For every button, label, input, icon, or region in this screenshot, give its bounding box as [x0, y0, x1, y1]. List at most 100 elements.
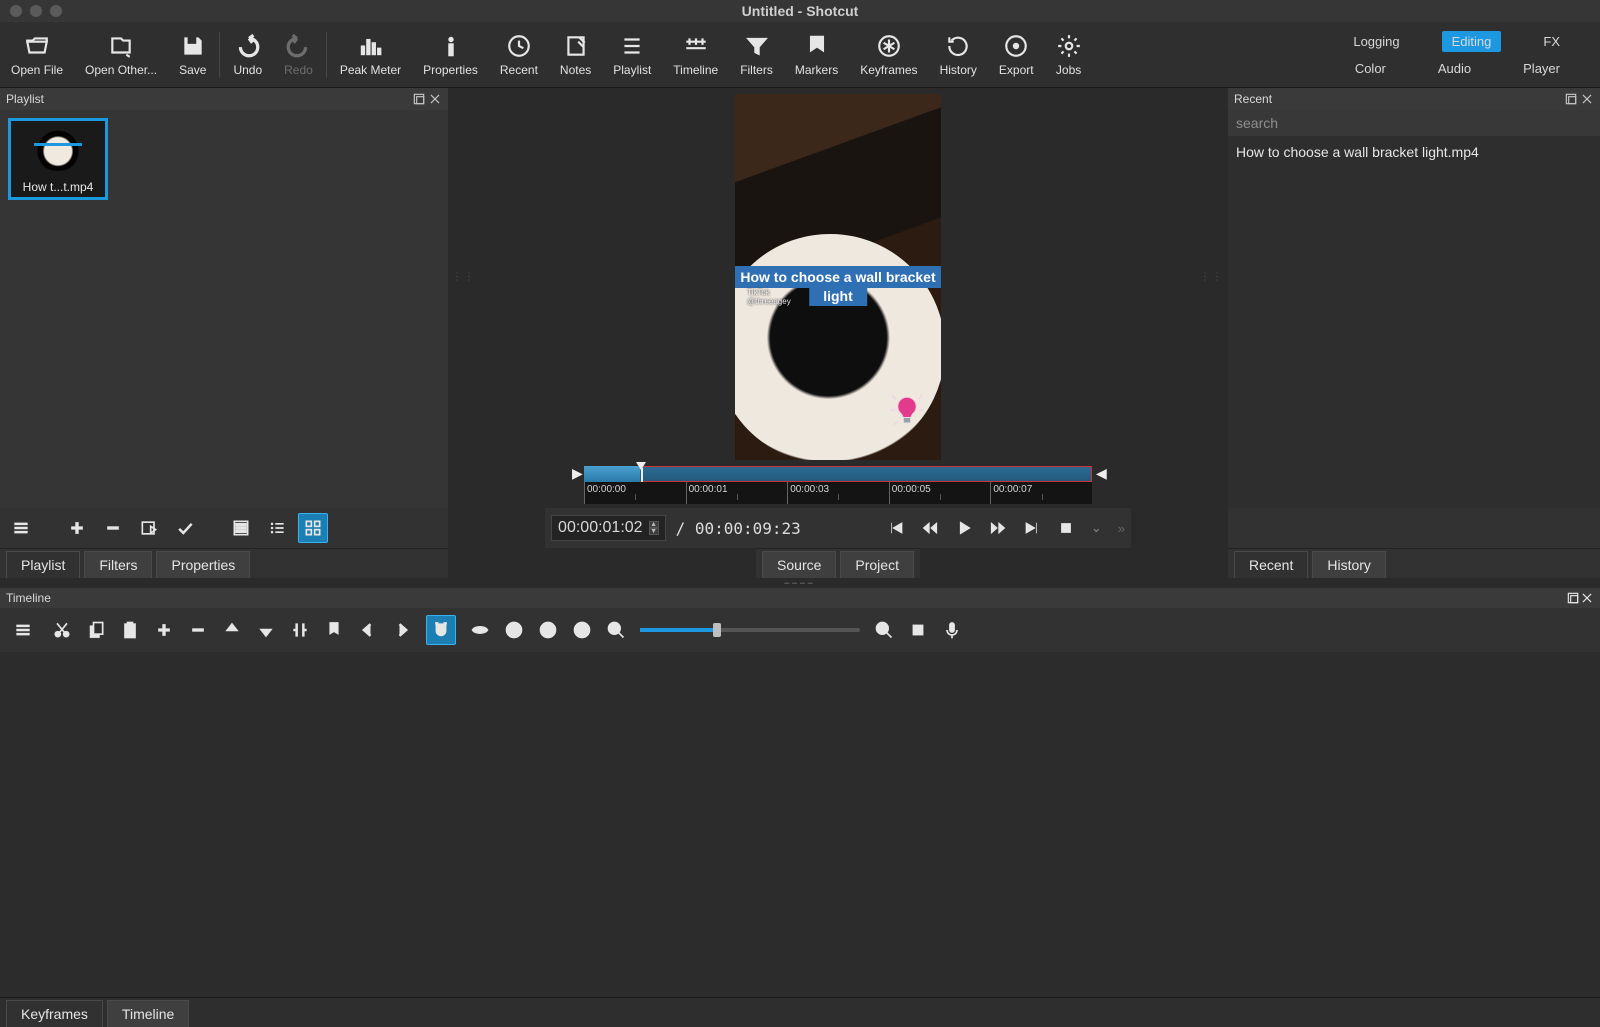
- close-window-icon[interactable]: [10, 5, 22, 17]
- add-clip-button[interactable]: [62, 513, 92, 543]
- preview-scrubber[interactable]: ▶ ◀ 00:00:00 00:00:01 00:00:03 00:00:05 …: [574, 466, 1102, 504]
- maximize-window-icon[interactable]: [50, 5, 62, 17]
- minimize-window-icon[interactable]: [30, 5, 42, 17]
- overwrite-icon[interactable]: [256, 620, 276, 640]
- playlist-menu-button[interactable]: [6, 513, 36, 543]
- timeline-tracks[interactable]: [0, 652, 1600, 997]
- chevron-down-icon[interactable]: ⌄: [1091, 520, 1102, 536]
- undo-icon: [235, 33, 261, 59]
- snap-button[interactable]: [426, 615, 456, 645]
- lift-icon[interactable]: [222, 620, 242, 640]
- right-dock-handle[interactable]: ⋮⋮: [1200, 272, 1224, 283]
- mode-logging[interactable]: Logging: [1343, 31, 1409, 52]
- marker-add-icon[interactable]: [324, 620, 344, 640]
- close-panel-icon[interactable]: [1580, 591, 1594, 605]
- timeline-button[interactable]: Timeline: [662, 22, 729, 87]
- open-other-button[interactable]: Open Other...: [74, 22, 168, 87]
- playlist-button[interactable]: Playlist: [602, 22, 662, 87]
- tab-properties[interactable]: Properties: [156, 551, 250, 578]
- ripple-all-icon[interactable]: [538, 620, 558, 640]
- history-button[interactable]: History: [929, 22, 988, 87]
- ripple-icon[interactable]: [504, 620, 524, 640]
- tab-playlist[interactable]: Playlist: [6, 551, 80, 578]
- scrub-audio-icon[interactable]: [470, 620, 490, 640]
- tab-filters[interactable]: Filters: [84, 551, 152, 578]
- fast-forward-icon[interactable]: [989, 519, 1007, 537]
- filters-button[interactable]: Filters: [729, 22, 784, 87]
- markers-button[interactable]: Markers: [784, 22, 849, 87]
- update-clip-button[interactable]: [170, 513, 200, 543]
- cut-icon[interactable]: [52, 620, 72, 640]
- keyframes-button[interactable]: Keyframes: [849, 22, 928, 87]
- remove-clip-button[interactable]: [98, 513, 128, 543]
- tab-source[interactable]: Source: [762, 551, 836, 578]
- skip-start-icon[interactable]: [887, 519, 905, 537]
- tab-keyframes[interactable]: Keyframes: [6, 1000, 103, 1027]
- open-file-button[interactable]: Open File: [0, 22, 74, 87]
- redo-button[interactable]: Redo: [273, 22, 324, 87]
- paste-icon[interactable]: [120, 620, 140, 640]
- play-icon[interactable]: [955, 519, 973, 537]
- more-icon[interactable]: »: [1118, 521, 1125, 536]
- zoom-toggle-icon[interactable]: [1057, 519, 1075, 537]
- in-point-icon[interactable]: ▶: [572, 465, 580, 483]
- tab-history[interactable]: History: [1312, 551, 1386, 578]
- playlist-clip[interactable]: How t...t.mp4: [8, 118, 108, 200]
- recent-search-input[interactable]: [1228, 110, 1600, 136]
- zoom-fit-icon[interactable]: [908, 620, 928, 640]
- mode-player[interactable]: Player: [1513, 58, 1570, 79]
- skip-end-icon[interactable]: [1023, 519, 1041, 537]
- insert-clip-button[interactable]: [134, 513, 164, 543]
- tab-project[interactable]: Project: [840, 551, 914, 578]
- zoom-out-icon[interactable]: [606, 620, 626, 640]
- export-button[interactable]: Export: [988, 22, 1045, 87]
- prev-marker-icon[interactable]: [358, 620, 378, 640]
- record-audio-icon[interactable]: [942, 620, 962, 640]
- undo-button[interactable]: Undo: [222, 22, 273, 87]
- timecode-spinner[interactable]: ▲▼: [649, 521, 659, 535]
- save-button[interactable]: Save: [168, 22, 217, 87]
- recent-item[interactable]: How to choose a wall bracket light.mp4: [1236, 142, 1592, 162]
- jobs-button[interactable]: Jobs: [1045, 22, 1093, 87]
- tab-recent[interactable]: Recent: [1234, 551, 1308, 578]
- out-point-icon[interactable]: ◀: [1096, 465, 1104, 483]
- horizontal-splitter[interactable]: ━━━━: [0, 578, 1600, 588]
- playhead[interactable]: [638, 464, 648, 484]
- video-preview[interactable]: How to choose a wall bracket light TikTo…: [735, 94, 941, 460]
- overlay-text-line1: How to choose a wall bracket: [735, 266, 941, 288]
- copy-icon[interactable]: [86, 620, 106, 640]
- view-list-button[interactable]: [262, 513, 292, 543]
- playlist-title: Playlist: [6, 92, 44, 106]
- timeline-title: Timeline: [6, 591, 51, 605]
- scrub-track[interactable]: [584, 466, 1092, 482]
- remove-icon[interactable]: [188, 620, 208, 640]
- close-panel-icon[interactable]: [1580, 92, 1594, 106]
- zoom-in-icon[interactable]: [874, 620, 894, 640]
- timecode-current[interactable]: 00:00:01:02 ▲▼: [551, 515, 666, 541]
- playlist-body[interactable]: How t...t.mp4: [0, 110, 448, 508]
- undock-icon[interactable]: [412, 92, 426, 106]
- tab-timeline[interactable]: Timeline: [107, 1000, 189, 1027]
- mode-fx[interactable]: FX: [1533, 31, 1570, 52]
- notes-button[interactable]: Notes: [549, 22, 602, 87]
- peak-meter-button[interactable]: Peak Meter: [329, 22, 412, 87]
- properties-button[interactable]: Properties: [412, 22, 489, 87]
- zoom-knob[interactable]: [713, 623, 721, 637]
- mode-editing[interactable]: Editing: [1442, 31, 1502, 52]
- left-dock-handle[interactable]: ⋮⋮: [452, 272, 476, 283]
- mode-color[interactable]: Color: [1345, 58, 1396, 79]
- close-panel-icon[interactable]: [428, 92, 442, 106]
- recent-button[interactable]: Recent: [489, 22, 549, 87]
- split-icon[interactable]: [290, 620, 310, 640]
- view-details-button[interactable]: [226, 513, 256, 543]
- view-grid-button[interactable]: [298, 513, 328, 543]
- undock-icon[interactable]: [1566, 591, 1580, 605]
- zoom-slider[interactable]: [640, 628, 860, 632]
- undock-icon[interactable]: [1564, 92, 1578, 106]
- append-icon[interactable]: [154, 620, 174, 640]
- mode-audio[interactable]: Audio: [1428, 58, 1481, 79]
- next-marker-icon[interactable]: [392, 620, 412, 640]
- ripple-markers-icon[interactable]: [572, 620, 592, 640]
- rewind-icon[interactable]: [921, 519, 939, 537]
- timeline-menu-button[interactable]: [8, 615, 38, 645]
